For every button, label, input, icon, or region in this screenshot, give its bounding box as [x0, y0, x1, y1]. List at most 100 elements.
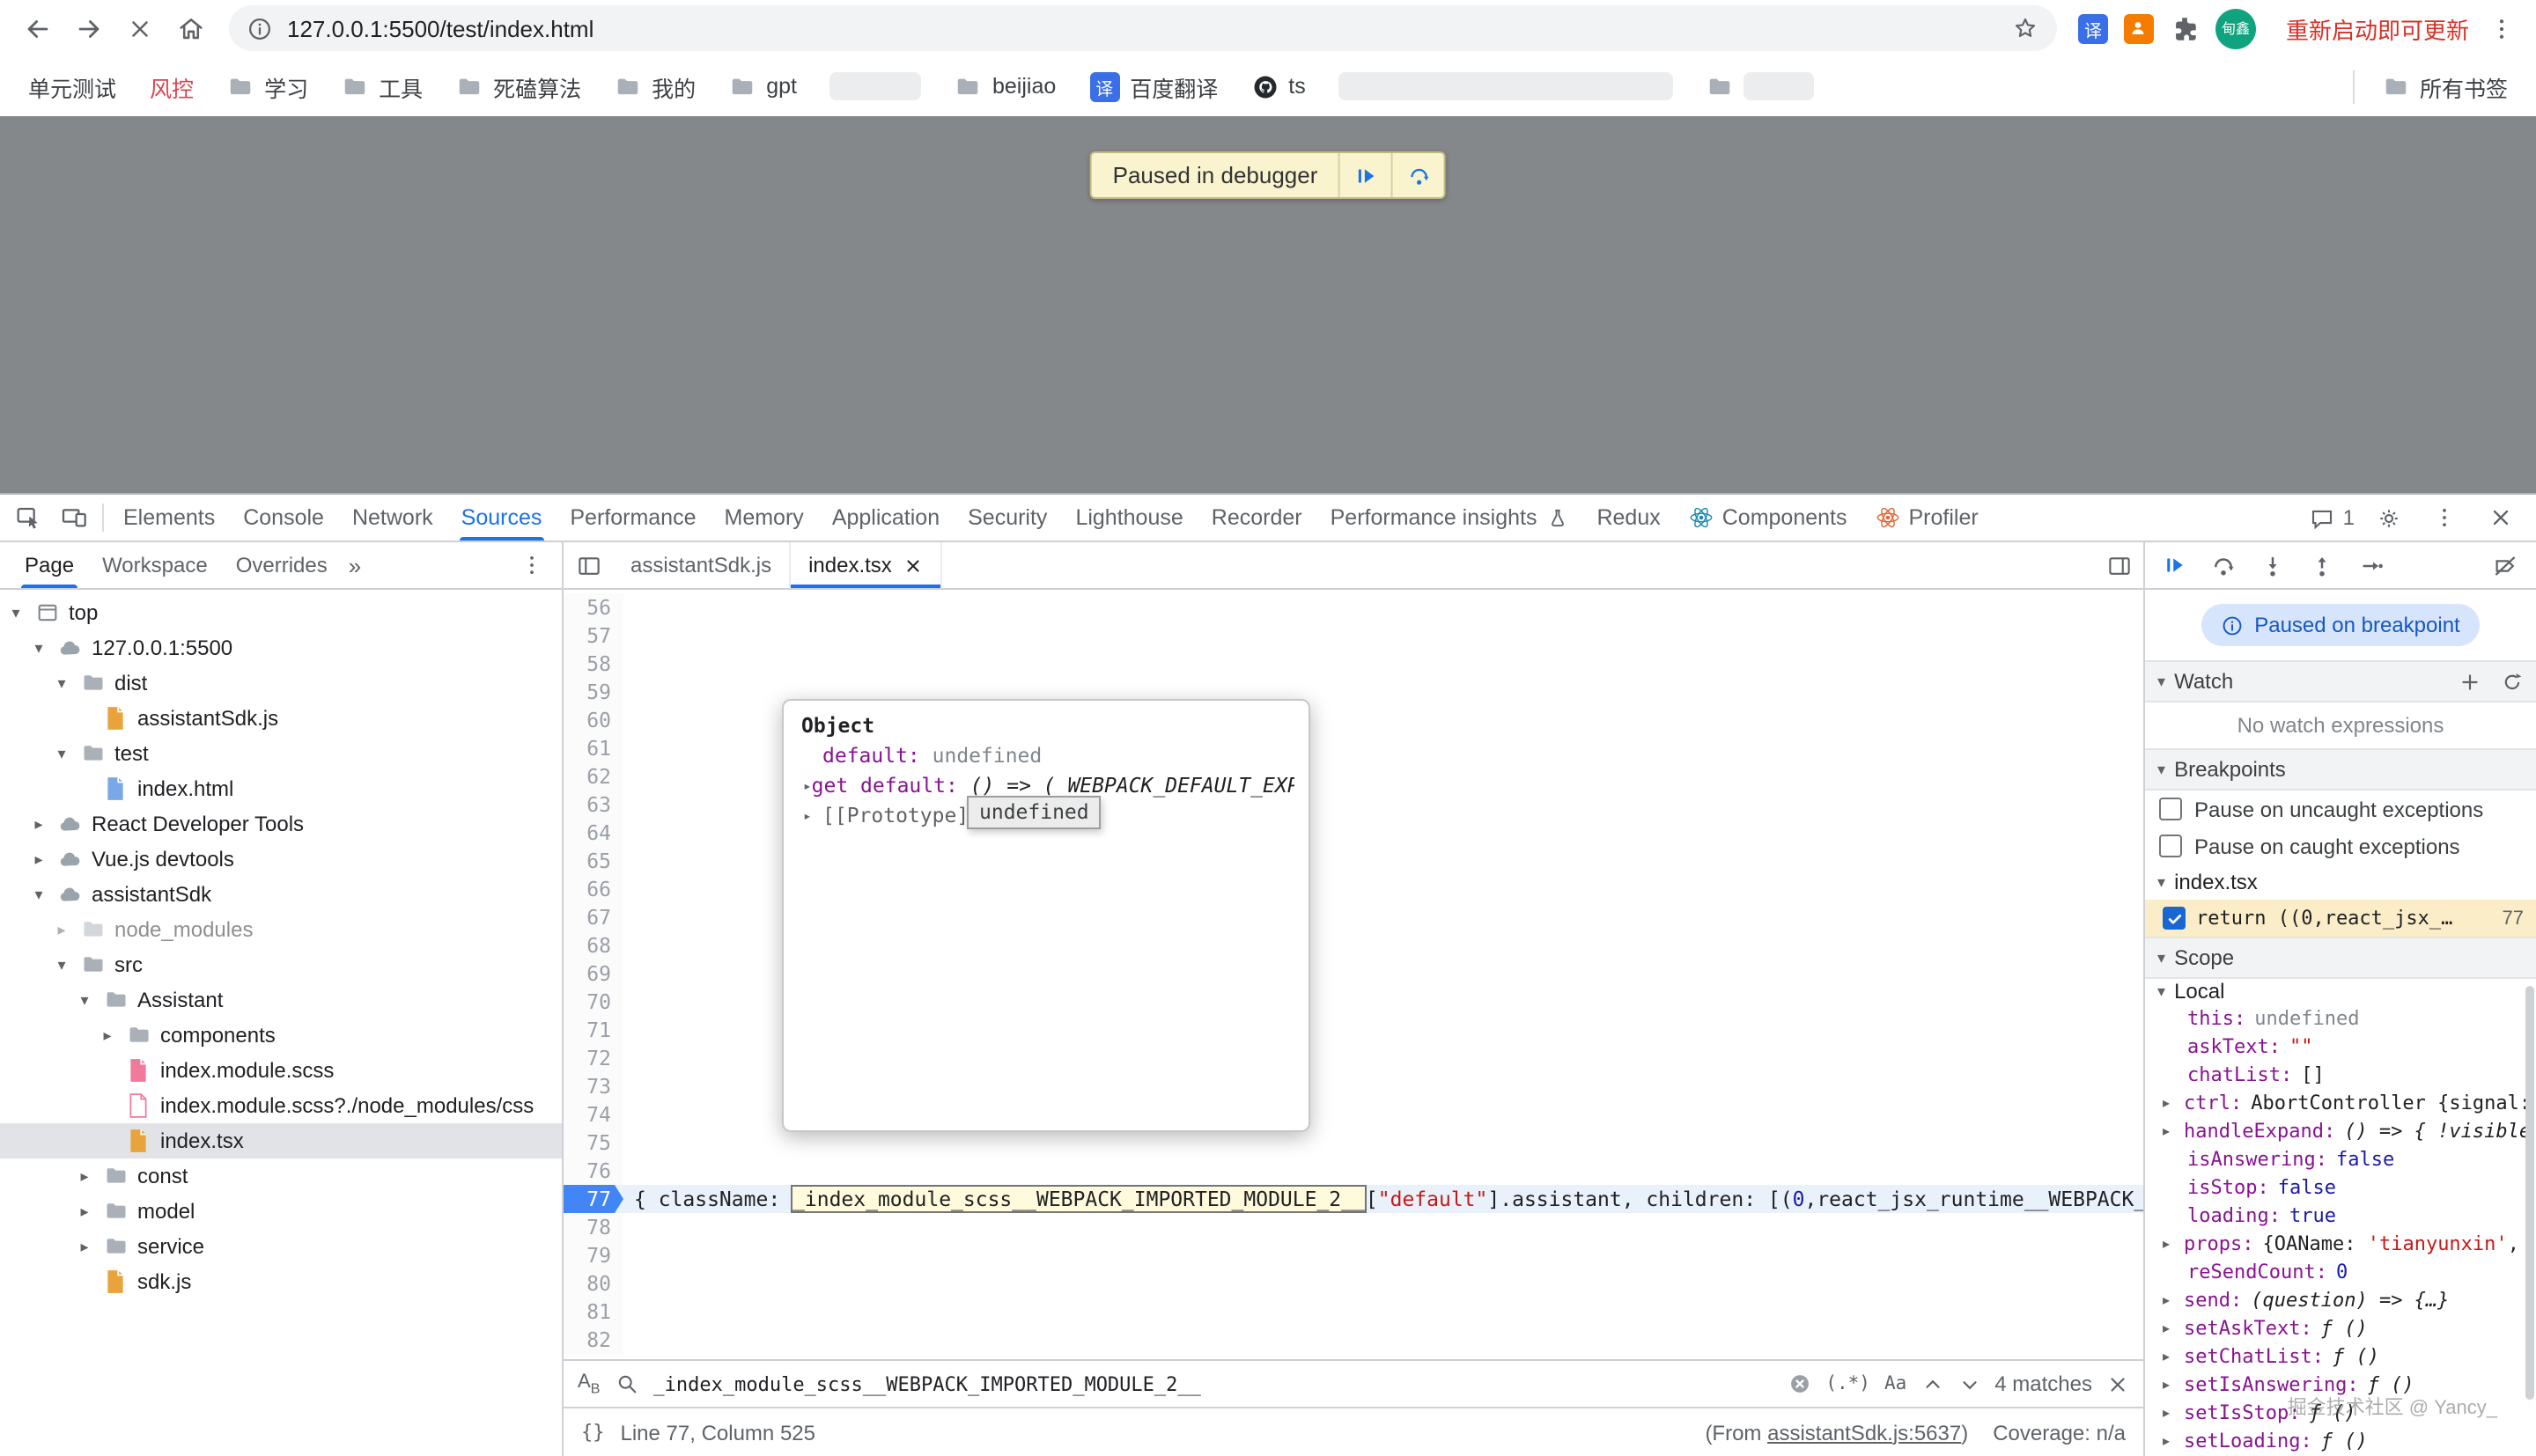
- chevron-right-icon[interactable]: ▸: [30, 814, 48, 834]
- navigator-tab-page[interactable]: Page: [11, 542, 88, 588]
- bookmark-folder-gongju[interactable]: 工具: [342, 70, 423, 103]
- chevron-right-icon[interactable]: ▸: [99, 1026, 116, 1045]
- tab-react-profiler[interactable]: Profiler: [1861, 495, 1993, 540]
- scope-var-ctrl[interactable]: ▸ctrl:AbortController {signal:: [2145, 1088, 2536, 1116]
- editor-tab-index-tsx[interactable]: index.tsx: [791, 542, 943, 588]
- chevron-right-icon[interactable]: ▸: [30, 849, 48, 869]
- checkbox-checked[interactable]: [2163, 907, 2186, 930]
- scope-var-this[interactable]: this:undefined: [2145, 1004, 2536, 1032]
- tree-item-dist[interactable]: ▾ dist: [0, 665, 562, 701]
- tree-item-react-devtools[interactable]: ▸ React Developer Tools: [0, 806, 562, 842]
- scope-var-isstop[interactable]: isStop:false: [2145, 1173, 2536, 1201]
- line-number[interactable]: 63: [564, 791, 623, 819]
- breakpoint-entry[interactable]: return ((0,react_jsx_… 77: [2145, 900, 2536, 937]
- sidebar-scrollbar[interactable]: [2525, 986, 2534, 1400]
- source-map-link[interactable]: assistantSdk.js:5637: [1767, 1420, 1961, 1445]
- step-out-icon[interactable]: [2309, 552, 2335, 578]
- orange-extension-icon[interactable]: [2124, 13, 2154, 43]
- navigator-tab-workspace[interactable]: Workspace: [88, 542, 222, 588]
- chevron-right-icon[interactable]: ▸: [2163, 1291, 2184, 1307]
- tree-item-assistantsdk[interactable]: ▾ assistantSdk: [0, 877, 562, 912]
- chevron-right-icon[interactable]: ▸: [76, 1166, 93, 1186]
- line-number[interactable]: 70: [564, 988, 623, 1016]
- pause-uncaught-exceptions-row[interactable]: Pause on uncaught exceptions: [2145, 791, 2536, 827]
- tree-item-top[interactable]: ▾ top: [0, 595, 562, 630]
- search-input[interactable]: [652, 1372, 1773, 1395]
- extensions-puzzle-icon[interactable]: [2170, 13, 2200, 43]
- site-info-icon[interactable]: [247, 15, 273, 41]
- scope-var-loading[interactable]: loading:true: [2145, 1201, 2536, 1229]
- tab-security[interactable]: Security: [954, 495, 1061, 540]
- tab-performance[interactable]: Performance: [556, 495, 710, 540]
- forward-button[interactable]: [65, 4, 113, 52]
- line-number[interactable]: 58: [564, 650, 623, 678]
- tree-item-index-tsx[interactable]: index.tsx: [0, 1123, 562, 1158]
- tree-item-src[interactable]: ▾ src: [0, 947, 562, 982]
- scope-var-send[interactable]: ▸send:(question) => {…}: [2145, 1285, 2536, 1313]
- line-number[interactable]: 56: [564, 593, 623, 621]
- address-bar[interactable]: 127.0.0.1:5500/test/index.html: [229, 5, 2057, 51]
- tab-sources[interactable]: Sources: [447, 495, 557, 540]
- scope-var-chatlist[interactable]: chatList:[]: [2145, 1060, 2536, 1088]
- line-number[interactable]: 74: [564, 1100, 623, 1129]
- tree-item-model[interactable]: ▸ model: [0, 1194, 562, 1229]
- chevron-right-icon[interactable]: ▸: [2163, 1320, 2184, 1335]
- tree-item-assistantsdk-js[interactable]: assistantSdk.js: [0, 701, 562, 736]
- chevron-right-icon[interactable]: ▸: [2163, 1122, 2184, 1138]
- match-case-toggle[interactable]: Aa: [1884, 1373, 1906, 1394]
- scope-var-handleexpand[interactable]: ▸handleExpand:() => { !visible: [2145, 1116, 2536, 1144]
- tab-lighthouse[interactable]: Lighthouse: [1061, 495, 1197, 540]
- tree-item-index-module-scss[interactable]: index.module.scss: [0, 1053, 562, 1088]
- device-toolbar-button[interactable]: [51, 495, 97, 540]
- redacted-bookmark[interactable]: [1339, 72, 1674, 100]
- bookmark-fengkong[interactable]: 风控: [150, 70, 194, 103]
- refresh-watch-icon[interactable]: [2501, 670, 2524, 693]
- deactivate-breakpoints-icon[interactable]: [2492, 552, 2518, 578]
- line-number[interactable]: 57: [564, 621, 623, 650]
- line-number[interactable]: 68: [564, 931, 623, 960]
- line-number[interactable]: 78: [564, 1213, 623, 1241]
- tree-item-test[interactable]: ▾ test: [0, 736, 562, 771]
- watch-section-header[interactable]: ▾ Watch: [2145, 660, 2536, 702]
- home-button[interactable]: [167, 4, 215, 52]
- redacted-bookmark[interactable]: [830, 72, 922, 100]
- tab-memory[interactable]: Memory: [711, 495, 818, 540]
- toggle-navigator-icon[interactable]: [564, 542, 613, 588]
- navigator-tab-overrides[interactable]: Overrides: [222, 542, 342, 588]
- back-button[interactable]: [14, 4, 62, 52]
- checkbox-unchecked[interactable]: [2159, 835, 2182, 857]
- tab-elements[interactable]: Elements: [109, 495, 229, 540]
- line-number[interactable]: 73: [564, 1072, 623, 1100]
- resume-script-icon[interactable]: [2163, 553, 2187, 577]
- bookmark-ts[interactable]: ts: [1251, 73, 1305, 99]
- line-number[interactable]: 79: [564, 1241, 623, 1269]
- bookmark-unit-test[interactable]: 单元测试: [28, 70, 116, 103]
- tree-item-vue-devtools[interactable]: ▸ Vue.js devtools: [0, 842, 562, 877]
- chevron-right-icon[interactable]: ▸: [803, 801, 822, 831]
- devtools-settings-button[interactable]: [2365, 495, 2411, 540]
- line-number[interactable]: 60: [564, 706, 623, 734]
- chevron-down-icon[interactable]: ▾: [7, 603, 25, 622]
- line-number[interactable]: 66: [564, 875, 623, 903]
- line-number[interactable]: 81: [564, 1298, 623, 1326]
- previous-match-icon[interactable]: [1920, 1372, 1943, 1395]
- tab-recorder[interactable]: Recorder: [1198, 495, 1316, 540]
- line-number[interactable]: 62: [564, 762, 623, 791]
- tab-application[interactable]: Application: [818, 495, 954, 540]
- bookmark-baidu-translate[interactable]: 译 百度翻译: [1089, 70, 1218, 103]
- chevron-right-icon[interactable]: ▸: [803, 771, 812, 801]
- scope-var-asktext[interactable]: askText:"": [2145, 1032, 2536, 1060]
- step-over-icon[interactable]: [2210, 552, 2237, 578]
- all-bookmarks-button[interactable]: 所有书签: [2353, 70, 2508, 103]
- breakpoints-section-header[interactable]: ▾ Breakpoints: [2145, 748, 2536, 791]
- more-tabs-icon[interactable]: »: [342, 552, 368, 578]
- step-into-icon[interactable]: [2260, 552, 2286, 578]
- tab-react-components[interactable]: Components: [1675, 495, 1861, 540]
- line-number[interactable]: 69: [564, 960, 623, 988]
- scope-local-group[interactable]: ▾ Local: [2145, 979, 2536, 1004]
- devtools-menu-kebab-icon[interactable]: [2422, 495, 2467, 540]
- paused-execution-line[interactable]: 77 { className: _index_module_scss__WEBP…: [564, 1185, 2143, 1213]
- scope-var-resendcount[interactable]: reSendCount:0: [2145, 1257, 2536, 1285]
- devtools-close-button[interactable]: [2478, 495, 2524, 540]
- clear-search-icon[interactable]: [1787, 1371, 1811, 1396]
